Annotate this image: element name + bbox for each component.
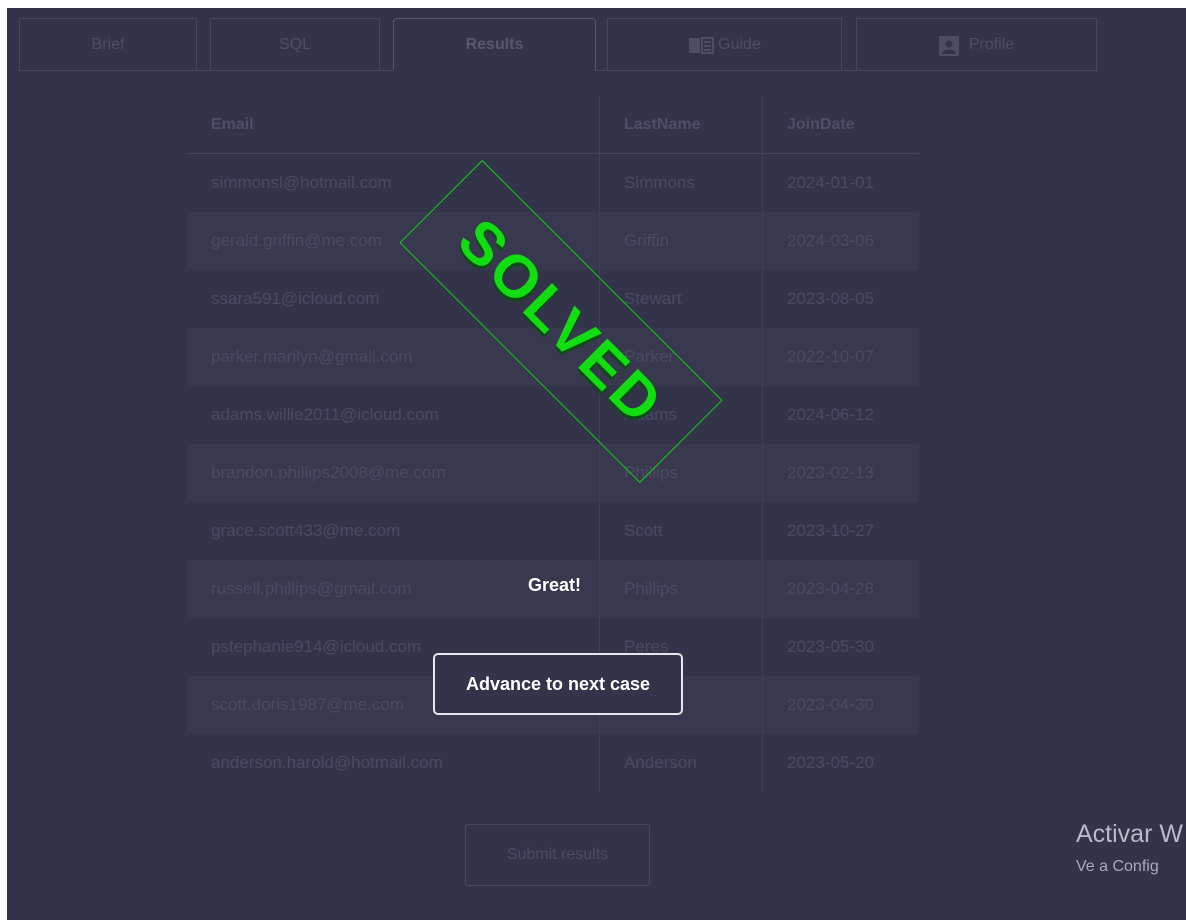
cell-email: brandon.phillips2008@me.com [211, 463, 446, 482]
activation-watermark-title: Activar W [1076, 820, 1183, 848]
cell-joindate: 2024-06-12 [762, 386, 919, 444]
cell-joindate: 2024-01-01 [762, 154, 919, 212]
column-header-email: Email [211, 115, 254, 133]
cell-lastname: Scott [599, 502, 762, 560]
tab-guide-label: Guide [718, 35, 761, 53]
cell-joindate: 2023-08-05 [762, 270, 919, 328]
tab-profile-label: Profile [968, 35, 1015, 53]
tab-profile[interactable]: Profile [856, 18, 1097, 70]
cell-joindate: 2024-03-06 [762, 212, 919, 270]
cell-joindate: 2023-10-27 [762, 502, 919, 560]
activation-watermark-subtitle: Ve a Config [1076, 858, 1159, 875]
column-header-joindate: JoinDate [762, 96, 919, 153]
cell-lastname: Griffin [599, 212, 762, 270]
cell-lastname: Simmons [599, 154, 762, 212]
cell-joindate: 2023-02-13 [762, 444, 919, 502]
cell-joindate: 2022-10-07 [762, 328, 919, 386]
tab-guide[interactable]: Guide [607, 18, 842, 70]
tab-sql-label: SQL [278, 35, 311, 53]
cell-email: simmonsl@hotmail.com [211, 173, 392, 192]
cell-joindate: 2023-04-30 [762, 676, 919, 734]
contact-card-icon [938, 35, 959, 56]
book-icon [688, 36, 715, 54]
tab-sql[interactable]: SQL [210, 18, 380, 70]
cell-lastname: Anderson [599, 734, 762, 792]
column-header-lastname: LastName [599, 96, 762, 153]
tab-results[interactable]: Results [393, 18, 596, 71]
cell-email: grace.scott433@me.com [211, 521, 401, 540]
cell-joindate: 2023-04-28 [762, 560, 919, 618]
advance-to-next-case-button[interactable]: Advance to next case [433, 653, 683, 715]
tab-brief[interactable]: Brief [19, 18, 197, 70]
tab-brief-label: Brief [91, 35, 125, 53]
submit-results-button[interactable]: Submit results [465, 824, 650, 886]
cell-joindate: 2023-05-20 [762, 734, 919, 792]
table-row: anderson.harold@hotmail.com Anderson 202… [187, 734, 919, 792]
success-message: Great! [528, 575, 582, 595]
table-header: Email LastName JoinDate [187, 96, 919, 154]
table-row: brandon.phillips2008@me.com Phillips 202… [187, 444, 919, 502]
tab-results-label: Results [465, 36, 524, 53]
table-row: grace.scott433@me.com Scott 2023-10-27 [187, 502, 919, 560]
cell-joindate: 2023-05-30 [762, 618, 919, 676]
table-row: simmonsl@hotmail.com Simmons 2024-01-01 [187, 154, 919, 212]
cell-email: anderson.harold@hotmail.com [211, 753, 443, 772]
cell-email: adams.willie2011@icloud.com [211, 405, 439, 424]
app-window: Brief SQL Results Guide Profile Email La… [7, 8, 1186, 920]
cell-lastname: Phillips [599, 560, 762, 618]
